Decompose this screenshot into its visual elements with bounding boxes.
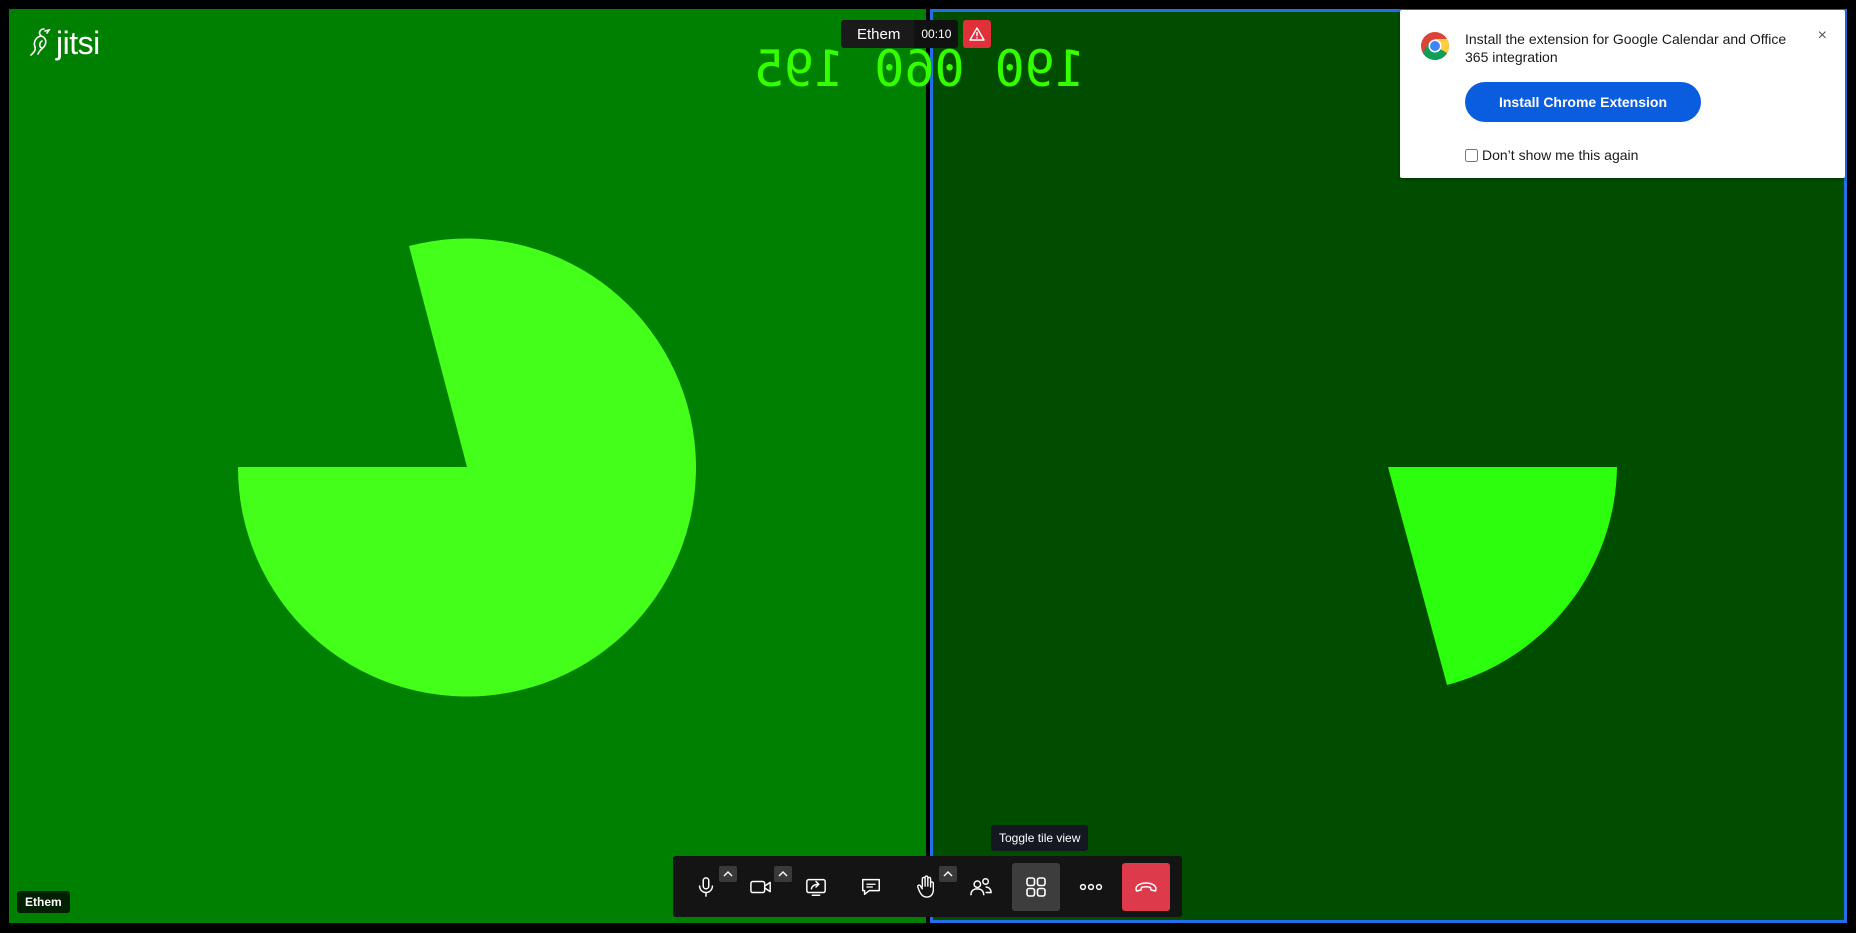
chevron-up-icon xyxy=(943,870,953,876)
raise-hand-icon xyxy=(917,874,935,898)
microphone-button[interactable] xyxy=(682,863,737,911)
dont-show-again-option[interactable]: Don’t show me this again xyxy=(1465,147,1638,163)
meeting-stage: jitsi 190 060 195 Ethem 00:10 Install th… xyxy=(0,0,1856,933)
camera-options-button[interactable] xyxy=(774,865,792,882)
tile-view-button[interactable] xyxy=(1012,862,1060,911)
chevron-up-icon xyxy=(778,870,788,876)
share-screen-button[interactable] xyxy=(792,863,840,911)
raise-hand-button[interactable] xyxy=(902,863,957,911)
jitsi-logo[interactable]: jitsi xyxy=(30,27,100,59)
warning-icon xyxy=(969,27,986,41)
install-extension-button[interactable]: Install Chrome Extension xyxy=(1465,82,1701,122)
jitsi-logo-text: jitsi xyxy=(56,25,100,61)
chat-icon xyxy=(862,878,880,895)
reactions-options-button[interactable] xyxy=(939,865,957,882)
notification-message: Install the extension for Google Calenda… xyxy=(1465,31,1787,65)
video-overlay-number: 190 060 195 xyxy=(753,40,1085,98)
more-options-icon xyxy=(1079,883,1103,890)
meeting-toolbar xyxy=(673,856,1182,917)
pie-shape-left xyxy=(237,238,696,697)
extension-notification: Install the extension for Google Calenda… xyxy=(1400,10,1845,178)
warning-indicator[interactable] xyxy=(963,20,992,48)
tile-view-icon xyxy=(1026,876,1046,897)
chat-button[interactable] xyxy=(847,863,895,911)
conference-timer: 00:10 xyxy=(914,20,959,48)
dont-show-again-label: Don’t show me this again xyxy=(1482,147,1639,163)
conference-header: Ethem 00:10 xyxy=(841,20,992,48)
notification-close-button[interactable]: × xyxy=(1818,27,1827,45)
camera-button[interactable] xyxy=(737,863,792,911)
pie-shape-right xyxy=(1388,467,1617,685)
more-options-button[interactable] xyxy=(1067,863,1115,911)
local-video-tile[interactable] xyxy=(9,9,926,923)
conference-subject: Ethem xyxy=(841,20,915,48)
microphone-icon xyxy=(698,876,714,897)
participants-icon xyxy=(970,877,992,895)
dont-show-again-checkbox[interactable] xyxy=(1465,148,1478,162)
participant-name-tag: Ethem xyxy=(17,891,70,913)
tile-view-tooltip: Toggle tile view xyxy=(991,825,1089,851)
camera-icon xyxy=(750,880,771,893)
participants-button[interactable] xyxy=(957,863,1005,911)
jitsi-logo-icon xyxy=(30,28,51,56)
share-screen-icon xyxy=(806,878,826,896)
hangup-button[interactable] xyxy=(1122,862,1170,911)
chevron-up-icon xyxy=(723,870,733,876)
local-video-canvas xyxy=(237,238,696,697)
hangup-icon xyxy=(1135,881,1157,892)
microphone-options-button[interactable] xyxy=(719,865,737,882)
chrome-icon xyxy=(1421,32,1449,60)
